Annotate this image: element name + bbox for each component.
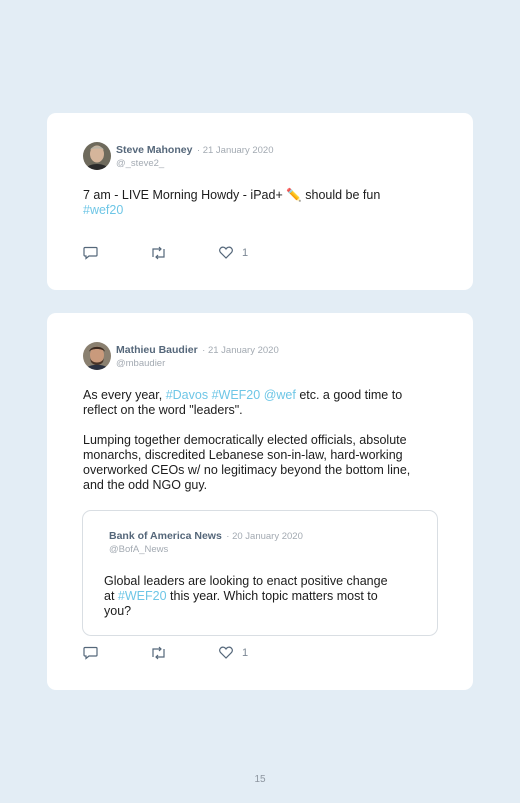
quoted-tweet-date-value: 20 January 2020 [232,531,303,542]
like-icon [219,646,233,659]
like-count: 1 [242,246,249,259]
author-handle[interactable]: @_steve2_ [116,157,274,170]
tweet-text-line: monarchs, discredited Lebanese son-in-la… [83,448,403,462]
tweet-paragraph: Lumping together democratically elected … [83,433,410,493]
retweet-button[interactable] [150,646,167,660]
tweet-header: Mathieu Baudier · 21 January 2020 @mbaud… [83,342,279,370]
text-fragment: at [104,589,118,603]
like-button[interactable]: 1 [219,246,248,259]
quoted-author-handle[interactable]: @BofA_News [109,543,303,556]
quoted-author-name[interactable]: Bank of America News [109,530,222,542]
tweet-date: · 21 January 2020 [202,345,279,356]
author-handle[interactable]: @mbaudier [116,357,279,370]
tweet-date-value: 21 January 2020 [207,345,279,356]
tweet-text: 7 am - LIVE Morning Howdy - iPad+ ✏️ sho… [83,188,380,218]
quoted-tweet-header: Bank of America News · 20 January 2020 @… [109,528,303,556]
like-button[interactable]: 1 [219,646,248,659]
avatar[interactable] [83,142,111,170]
retweet-button[interactable] [150,246,167,260]
tweet-text-line: reflect on the word "leaders". [83,403,243,417]
quoted-tweet-date: · 20 January 2020 [226,531,303,542]
mention-link[interactable]: @wef [264,388,296,402]
hashtag-link[interactable]: #WEF20 [212,388,261,402]
tweet-text-line: Lumping together democratically elected … [83,433,407,447]
reply-icon [83,246,98,260]
hashtag-link[interactable]: #WEF20 [118,589,167,603]
author-name[interactable]: Mathieu Baudier [116,344,198,356]
like-count: 1 [242,646,249,659]
retweet-icon [152,646,165,660]
reply-button[interactable] [83,646,98,660]
text-fragment: this year. Which topic matters most to [166,589,378,603]
quoted-tweet[interactable]: Bank of America News · 20 January 2020 @… [82,510,438,636]
tweet-header: Steve Mahoney · 21 January 2020 @_steve2… [83,142,274,170]
reply-button[interactable] [83,246,98,260]
reply-icon [83,646,98,660]
hashtag-link[interactable]: #Davos [166,388,208,402]
tweet-paragraph: As every year, #Davos #WEF20 @wef etc. a… [83,388,410,418]
like-icon [219,246,233,259]
tweet-date-value: 21 January 2020 [202,145,274,156]
tweet-text-line: 7 am - LIVE Morning Howdy - iPad+ ✏️ sho… [83,188,381,202]
tweet-text-line: at #WEF20 this year. Which topic matters… [104,589,419,604]
text-fragment: etc. a good time to [295,388,403,402]
tweet-text-line: overworked CEOs w/ no legitimacy beyond … [83,463,411,477]
text-fragment: As every year, [83,388,166,402]
avatar[interactable] [83,342,111,370]
tweet-card: Mathieu Baudier · 21 January 2020 @mbaud… [47,313,473,690]
tweet-text-line: Global leaders are looking to enact posi… [104,574,388,588]
tweet-actions: 1 [83,646,263,662]
page-number: 15 [254,774,266,785]
retweet-icon [152,246,165,260]
tweet-text-line: and the odd NGO guy. [83,478,208,492]
quoted-tweet-text: Global leaders are looking to enact posi… [104,574,419,619]
hashtag-link[interactable]: #wef20 [83,203,380,218]
author-name[interactable]: Steve Mahoney [116,144,192,156]
tweet-text-line: As every year, #Davos #WEF20 @wef etc. a… [83,388,410,403]
tweet-card: Steve Mahoney · 21 January 2020 @_steve2… [47,113,473,290]
tweet-date: · 21 January 2020 [196,145,274,156]
tweet-text: As every year, #Davos #WEF20 @wef etc. a… [83,388,410,493]
tweet-text-line: you? [104,604,132,618]
tweet-actions: 1 [83,246,263,262]
